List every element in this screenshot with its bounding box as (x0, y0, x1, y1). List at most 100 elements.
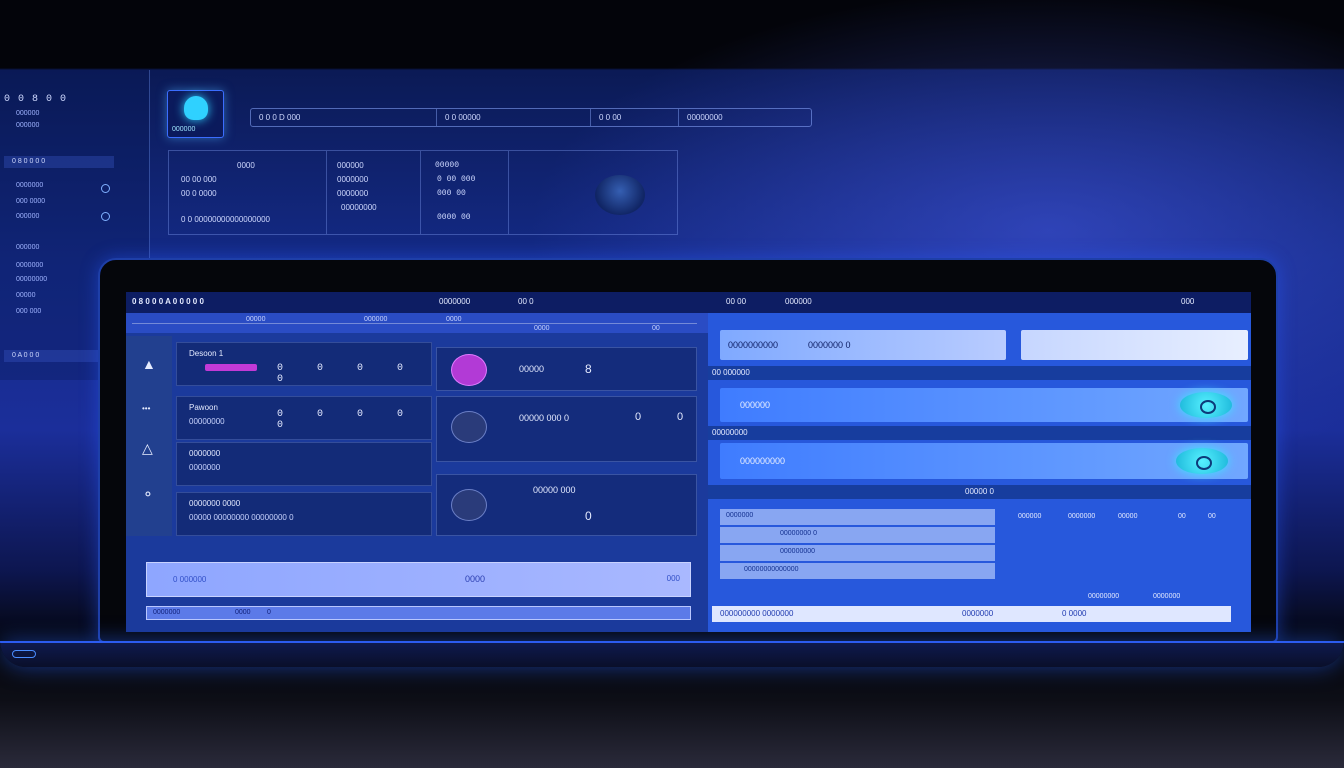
progress-bar[interactable]: 0 000000 0000 000 (146, 562, 691, 597)
feature-card[interactable]: 00000 8 (436, 347, 697, 391)
globe-icon (595, 175, 645, 215)
table-row[interactable]: 00000000 0 (720, 527, 995, 543)
background-info-text: 000 00 (437, 189, 466, 198)
status-footer-right: 000000000 0000000 0000000 0 0000 (712, 606, 1231, 622)
card-glyph: 8 (585, 362, 592, 376)
laptop-screen: 0 8 0 0 0 A 0 0 0 0 0 0000000 00 0 00 00… (126, 292, 1251, 632)
list-item-title: Pawoon (189, 403, 218, 412)
footer-text: 0000000 (962, 609, 994, 618)
list-item[interactable]: Desoon 1 0 0 0 0 0 (176, 342, 432, 386)
right-search-field[interactable] (1021, 330, 1248, 360)
top-bar-item[interactable]: 00 00 (726, 297, 746, 306)
list-item[interactable]: 0000000 0000 00000 00000000 00000000 0 (176, 492, 432, 536)
background-section-item: 0000000 (16, 262, 44, 269)
section-header: 00000000 (708, 426, 1251, 440)
status-badge (205, 364, 257, 371)
list-item[interactable]: 0000000 0000000 (176, 442, 432, 486)
section-header: 00 000000 (708, 366, 1251, 380)
table-row[interactable]: 000000000 (720, 545, 995, 561)
app-title: 0 8 0 0 0 A 0 0 0 0 0 (132, 297, 204, 306)
background-info-text: 00 00 000 (181, 175, 217, 184)
filter-item[interactable]: 00000 (246, 316, 265, 323)
stat-text: 0000000 (1068, 513, 1096, 520)
card-label: 00000 000 (533, 485, 576, 495)
laptop-base (0, 641, 1344, 667)
view-button[interactable] (1180, 392, 1232, 418)
status-dot-icon (101, 184, 110, 193)
stat-text: 00 (1178, 513, 1186, 520)
table-row[interactable]: 0000000 (720, 509, 995, 525)
background-info-text: 0000 00 (437, 213, 471, 222)
list-item-subtitle: 00000 00000000 00000000 0 (189, 513, 294, 522)
list-item-title: 0000000 0000 (189, 499, 241, 508)
background-sidebar-title: 0 0 8 0 0 (4, 94, 68, 105)
footer-text: 0000000 (153, 609, 181, 616)
footer-text: 0 (267, 609, 271, 616)
table-row[interactable]: 00000000000000 (720, 563, 995, 579)
action-row[interactable]: 000000000 (720, 443, 1248, 479)
pin-icon (451, 489, 487, 521)
lock-icon (451, 354, 487, 386)
stat-text: 00000 (1118, 513, 1138, 520)
feature-card[interactable]: 00000 000 0 (436, 474, 697, 536)
progress-extra: 000 (666, 574, 680, 583)
card-label: 00000 000 0 (519, 413, 570, 423)
table-cell: 00000000 0 (780, 530, 817, 537)
background-sidebar-line: 000000 (16, 110, 40, 117)
key-icon[interactable]: ⚬ (142, 486, 154, 503)
background-section-item: 00000 (16, 292, 36, 299)
background-info-text: 0 0 00000000000000000 (181, 215, 270, 224)
top-bar-item[interactable]: 0000000 (439, 297, 470, 306)
background-section-header: 0 8 0 0 0 0 (4, 156, 114, 168)
stat-text: 00000000 (1088, 593, 1120, 600)
stat-text: 000000 (1018, 513, 1042, 520)
divider (132, 323, 697, 324)
background-section-item: 000 000 (16, 308, 42, 315)
right-input-bar[interactable]: 0000000000 0000000 0 (720, 330, 1006, 360)
list-item-title: Desoon 1 (189, 349, 224, 358)
filter-item[interactable]: 0000 (446, 316, 462, 323)
shield-icon (451, 411, 487, 443)
view-button[interactable] (1176, 448, 1228, 474)
right-panel: 0000000000 0000000 0 00 000000 000000 00… (708, 313, 1251, 632)
background-search-segment: 00000000 (687, 113, 723, 122)
progress-value: 0000 (465, 574, 486, 584)
card-glyph: 0 (585, 509, 592, 523)
background-search-bar: 0 0 0 D 000 0 0 00000 0 0 00 00000000 (250, 108, 812, 127)
list-item-values: 0 0 0 0 0 (277, 363, 418, 385)
footer-text: 000000000 0000000 (720, 609, 794, 618)
top-bar-item[interactable]: 000 (1181, 297, 1194, 306)
left-icon-rail: ▲ ••• △ ⚬ (126, 336, 172, 536)
background-info-text: 00000000 (341, 203, 377, 212)
background-info-text: 0 00 000 (437, 175, 476, 184)
filter-item[interactable]: 0000 (534, 325, 550, 332)
pin-icon[interactable]: △ (142, 440, 153, 457)
port-icon (12, 650, 36, 658)
app-top-bar: 0 8 0 0 0 A 0 0 0 0 0 0000000 00 0 00 00… (126, 292, 1251, 313)
triangle-warning-icon[interactable]: ▲ (142, 356, 156, 372)
menu-icon[interactable]: ••• (142, 404, 150, 413)
feature-card[interactable]: 00000 000 0 0 0 (436, 396, 697, 462)
background-badge-label: 000000 (172, 126, 196, 133)
top-bar-item[interactable]: 000000 (785, 297, 812, 306)
list-item[interactable]: Pawoon 00000000 0 0 0 0 0 (176, 396, 432, 440)
list-item-subtitle: 0000000 (189, 463, 221, 472)
bell-icon (184, 96, 208, 120)
background-info-text: 00000 (435, 161, 460, 170)
top-bar-item[interactable]: 00 0 (518, 297, 534, 306)
stat-text: 0000000 (1153, 593, 1181, 600)
table-cell: 0000000 (726, 512, 754, 519)
list-item-values: 0 0 0 0 0 (277, 409, 418, 431)
background-info-text: 0000 (237, 161, 255, 170)
section-header: 00000 0 (708, 485, 1251, 499)
background-section-item: 00000000 (16, 276, 48, 283)
filter-item[interactable]: 000000 (364, 316, 387, 323)
action-row-label: 000000 (740, 400, 771, 410)
table-cell: 000000000 (780, 548, 816, 555)
background-info-text: 00 0 0000 (181, 189, 217, 198)
background-section-item: 000 0000 (16, 198, 46, 205)
filter-item[interactable]: 00 (652, 325, 660, 332)
background-info-text: 0000000 (337, 189, 369, 198)
action-row[interactable]: 000000 (720, 388, 1248, 422)
filter-bar: 00000 000000 0000 0000 00 (126, 313, 708, 333)
